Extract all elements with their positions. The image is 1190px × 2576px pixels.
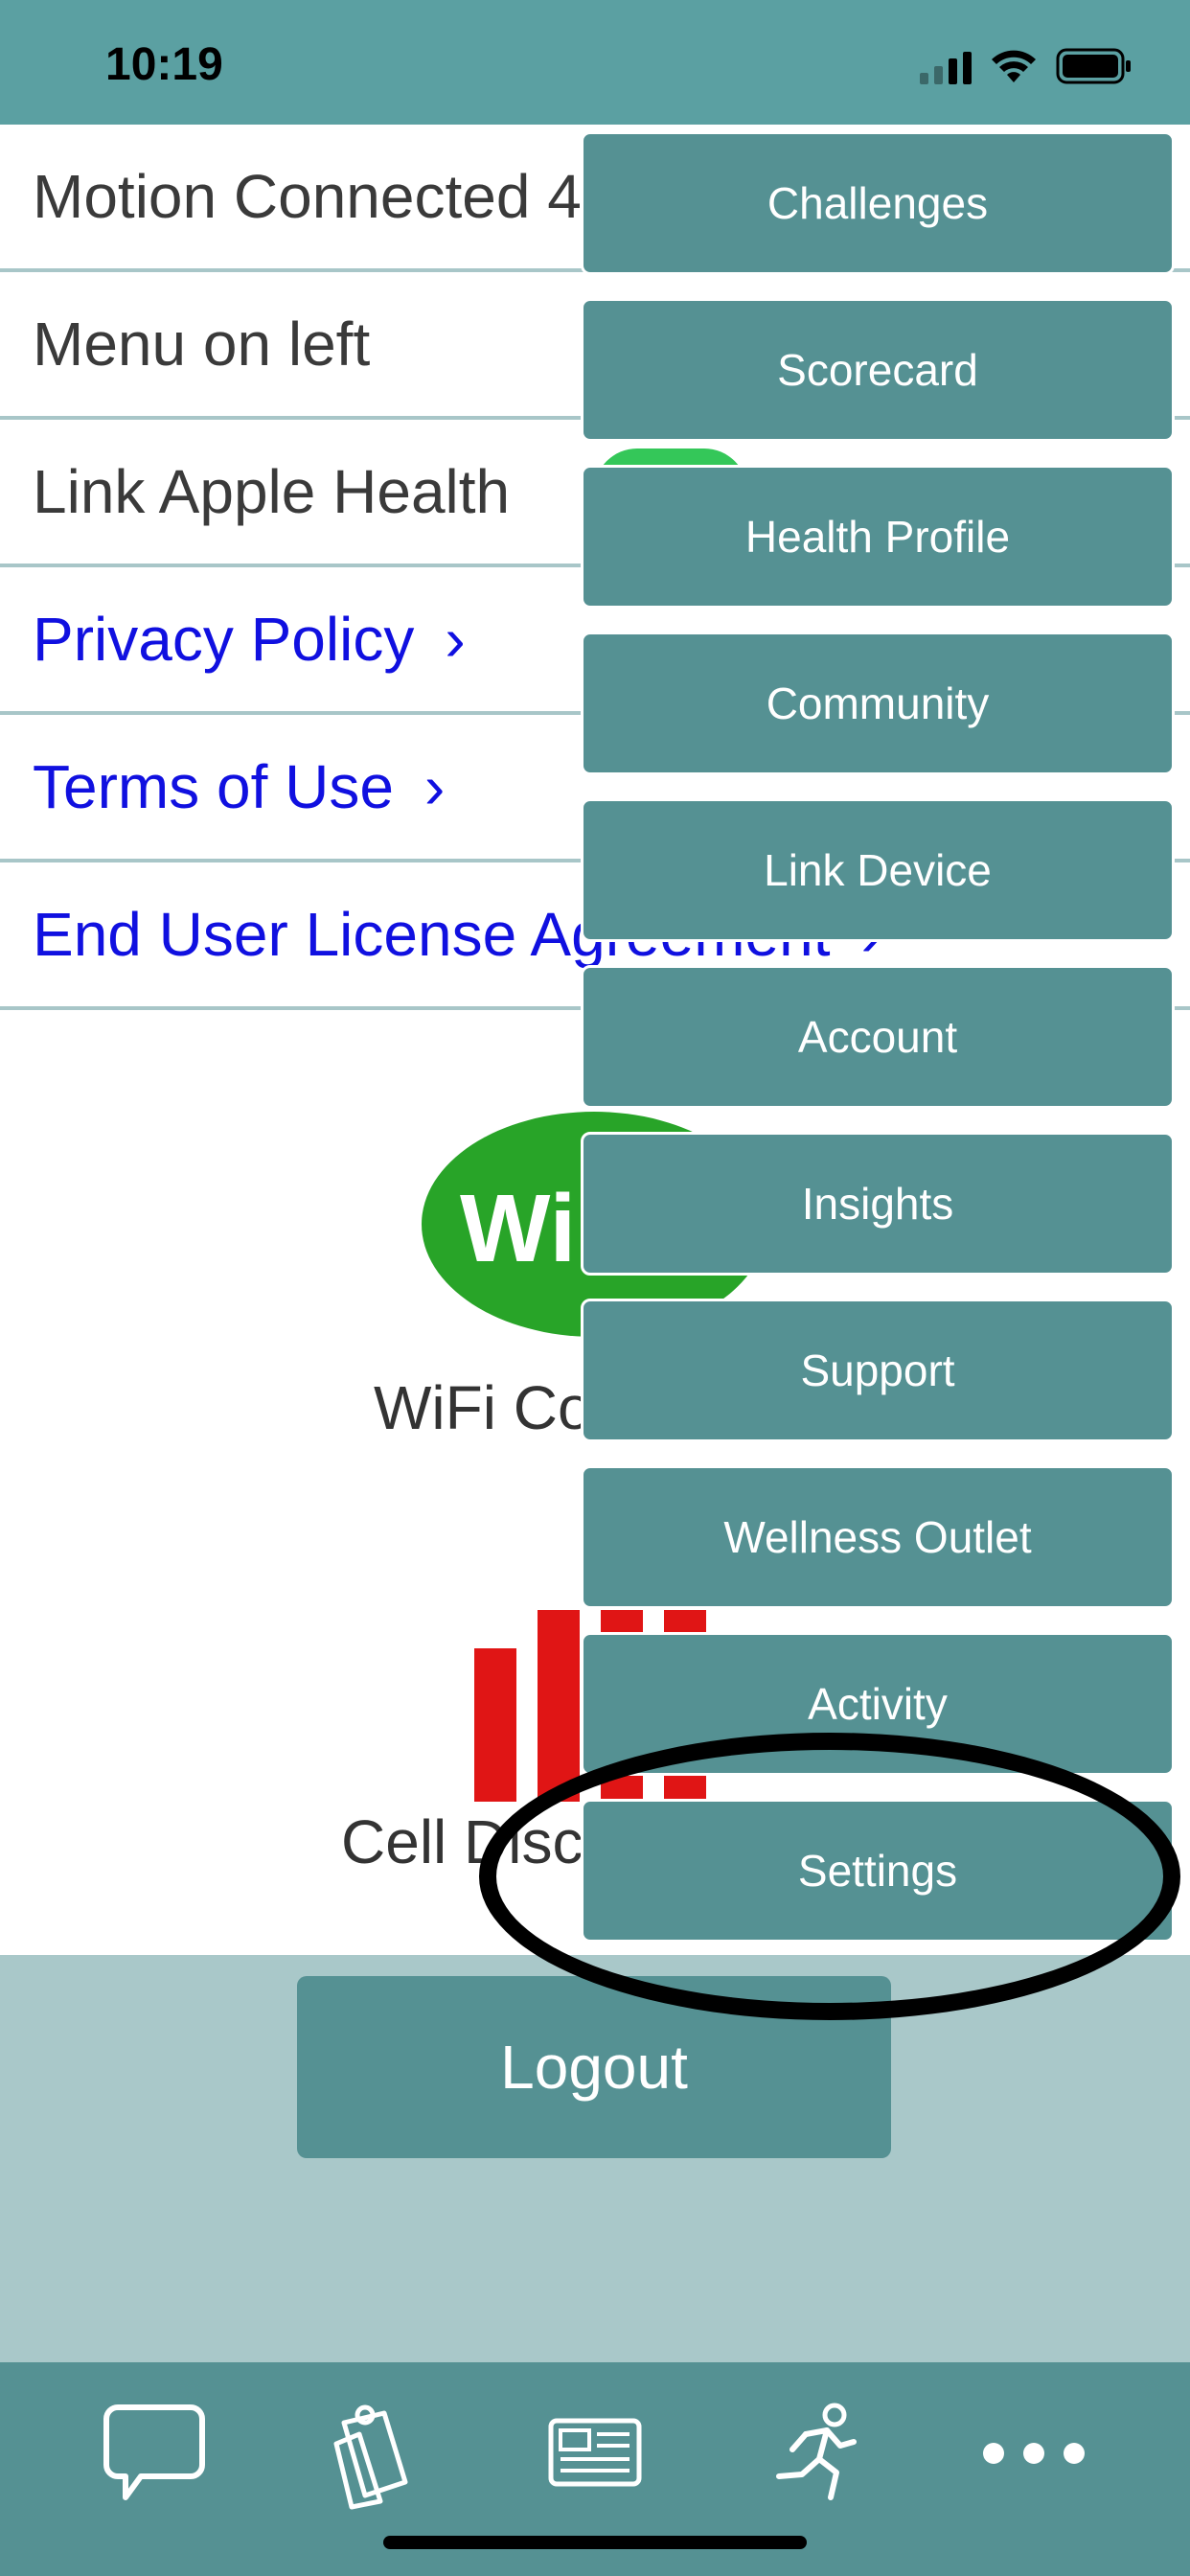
status-icons bbox=[920, 46, 1133, 84]
home-indicator bbox=[383, 2536, 807, 2549]
chevron-right-icon: › bbox=[445, 605, 466, 674]
wifi-status-label: WiFi Co bbox=[374, 1373, 592, 1442]
settings-row-label: Menu on left bbox=[33, 310, 371, 379]
status-time: 10:19 bbox=[105, 39, 223, 90]
menu-item-challenges[interactable]: Challenges bbox=[581, 131, 1175, 275]
tab-clipboard[interactable] bbox=[312, 2391, 437, 2516]
chevron-right-icon: › bbox=[423, 752, 446, 821]
running-figure-icon bbox=[776, 2403, 857, 2500]
status-bar: 10:19 bbox=[0, 0, 1190, 125]
settings-row-label: Link Apple Health bbox=[33, 457, 511, 526]
menu-item-account[interactable]: Account bbox=[581, 965, 1175, 1109]
news-card-icon bbox=[548, 2418, 642, 2487]
tab-more[interactable] bbox=[972, 2391, 1096, 2516]
cell-signal-icon bbox=[920, 50, 972, 84]
menu-item-settings[interactable]: Settings bbox=[581, 1799, 1175, 1943]
menu-item-scorecard[interactable]: Scorecard bbox=[581, 298, 1175, 442]
settings-row-label: Motion Connected 4 bbox=[33, 162, 582, 231]
clipboard-icon bbox=[333, 2404, 408, 2510]
logout-button[interactable]: Logout bbox=[297, 1976, 891, 2158]
menu-item-community[interactable]: Community bbox=[581, 632, 1175, 775]
wifi-badge-text: Wi bbox=[460, 1175, 577, 1282]
tab-chat[interactable] bbox=[92, 2391, 217, 2516]
menu-item-insights[interactable]: Insights bbox=[581, 1132, 1175, 1276]
link-label: Terms of Use bbox=[33, 752, 394, 821]
menu-item-activity[interactable]: Activity bbox=[581, 1632, 1175, 1776]
menu-item-health-profile[interactable]: Health Profile bbox=[581, 465, 1175, 609]
menu-item-link-device[interactable]: Link Device bbox=[581, 798, 1175, 942]
tab-activity[interactable] bbox=[753, 2391, 878, 2516]
wifi-icon bbox=[992, 50, 1036, 82]
cell-status-label: Cell Disc bbox=[341, 1807, 584, 1876]
tab-news[interactable] bbox=[533, 2391, 657, 2516]
menu-item-wellness-outlet[interactable]: Wellness Outlet bbox=[581, 1465, 1175, 1609]
chat-bubble-icon bbox=[103, 2404, 205, 2500]
menu-item-support[interactable]: Support bbox=[581, 1299, 1175, 1442]
battery-icon bbox=[1056, 48, 1131, 84]
link-label: Privacy Policy bbox=[33, 605, 415, 674]
more-dots-icon bbox=[983, 2443, 1085, 2464]
